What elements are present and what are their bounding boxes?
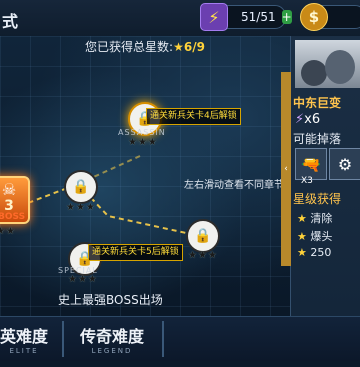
drop-item-gear[interactable]: ⚙	[329, 148, 360, 180]
stage-tag: ASSASSIN	[118, 128, 166, 137]
reward-text: 250	[310, 246, 332, 259]
stage-node-locked[interactable]: 🔒	[64, 170, 98, 204]
chevron-left-icon: ‹	[284, 164, 288, 174]
drop-label: 可能掉落	[293, 132, 342, 146]
boss-stage-number: 3	[4, 198, 14, 214]
tab-divider	[162, 321, 164, 357]
boss-tag: BOSS	[0, 212, 26, 222]
chapter-image	[295, 40, 360, 88]
tab-elite-sublabel: ELITE	[9, 347, 39, 355]
tab-elite-label: 英难度	[0, 327, 49, 346]
reward-row: ★ 爆头	[297, 228, 332, 244]
difficulty-tabs: 英难度 ELITE 传奇难度 LEGEND	[0, 316, 360, 361]
top-bar: 式 51/51 + ⚡ $	[0, 0, 360, 37]
star-reward-title: 星级获得	[293, 192, 342, 206]
gear-icon: ⚙	[337, 154, 353, 174]
coin-icon: $	[300, 3, 328, 31]
star-icon: ★	[297, 230, 311, 243]
rifle-icon: 🔫	[301, 154, 321, 174]
chapter-title: 中东巨变	[293, 96, 342, 110]
reward-row: ★ 清除	[297, 210, 332, 226]
unlock-tip: 通关新兵关卡4后解锁	[146, 108, 241, 125]
total-stars-value: 6/9	[183, 40, 205, 54]
energy-bolt-icon: ⚡	[200, 3, 228, 31]
lock-icon: 🔒	[72, 179, 90, 195]
tab-divider	[62, 321, 64, 357]
boss-stars: ★★	[0, 226, 16, 237]
star-icon: ★	[173, 40, 184, 54]
unlock-tip: 通关新兵关卡5后解锁	[88, 244, 183, 261]
reward-row: ★ 250	[297, 246, 331, 259]
panel-toggle-handle[interactable]: ‹	[281, 72, 291, 266]
add-energy-button[interactable]: +	[281, 10, 292, 24]
reward-text: 爆头	[310, 230, 333, 243]
star-icon: ★	[297, 246, 311, 259]
reward-text: 清除	[310, 212, 333, 225]
stage-stars: ★★★	[68, 274, 98, 285]
tab-legend-sublabel: LEGEND	[91, 347, 133, 355]
chapter-map[interactable]: 您已获得总星数:★6/9 🔒 通关新兵关卡4后解锁 ASSASSIN ★★★ 🔒…	[0, 36, 290, 316]
swipe-hint: 左右滑动查看不同章节	[184, 180, 284, 191]
mode-title: 式	[2, 12, 19, 31]
star-icon: ★	[297, 212, 311, 225]
chapter-info-panel: ‹ 中东巨变 ⚡x6 可能掉落 🔫 ⚙ X3 星级获得 ★ 清除 ★ 爆头 ★ …	[281, 36, 360, 316]
stage-stars: ★★★	[66, 202, 96, 213]
stage-stars: ★★★	[128, 137, 158, 148]
total-stars-label: 您已获得总星数:	[85, 40, 174, 54]
stage-node-locked[interactable]: 🔒	[186, 219, 220, 253]
boss-announcement: 史上最强BOSS出场	[58, 293, 163, 307]
total-stars: 您已获得总星数:★6/9	[0, 38, 290, 55]
tab-legend-label: 传奇难度	[80, 327, 145, 346]
tab-legend[interactable]: 传奇难度 LEGEND	[80, 323, 144, 367]
energy-value: 51/51	[241, 10, 276, 24]
energy-cost: ⚡x6	[295, 112, 320, 127]
energy-bolt-icon: ⚡	[295, 112, 305, 127]
tab-elite[interactable]: 英难度 ELITE	[0, 323, 48, 367]
energy-cost-value: x6	[304, 112, 321, 127]
skull-icon: ☠	[1, 180, 17, 199]
drop-quantity: X3	[301, 176, 313, 186]
stage-stars: ★★★	[188, 250, 218, 261]
lock-icon: 🔒	[194, 228, 212, 244]
